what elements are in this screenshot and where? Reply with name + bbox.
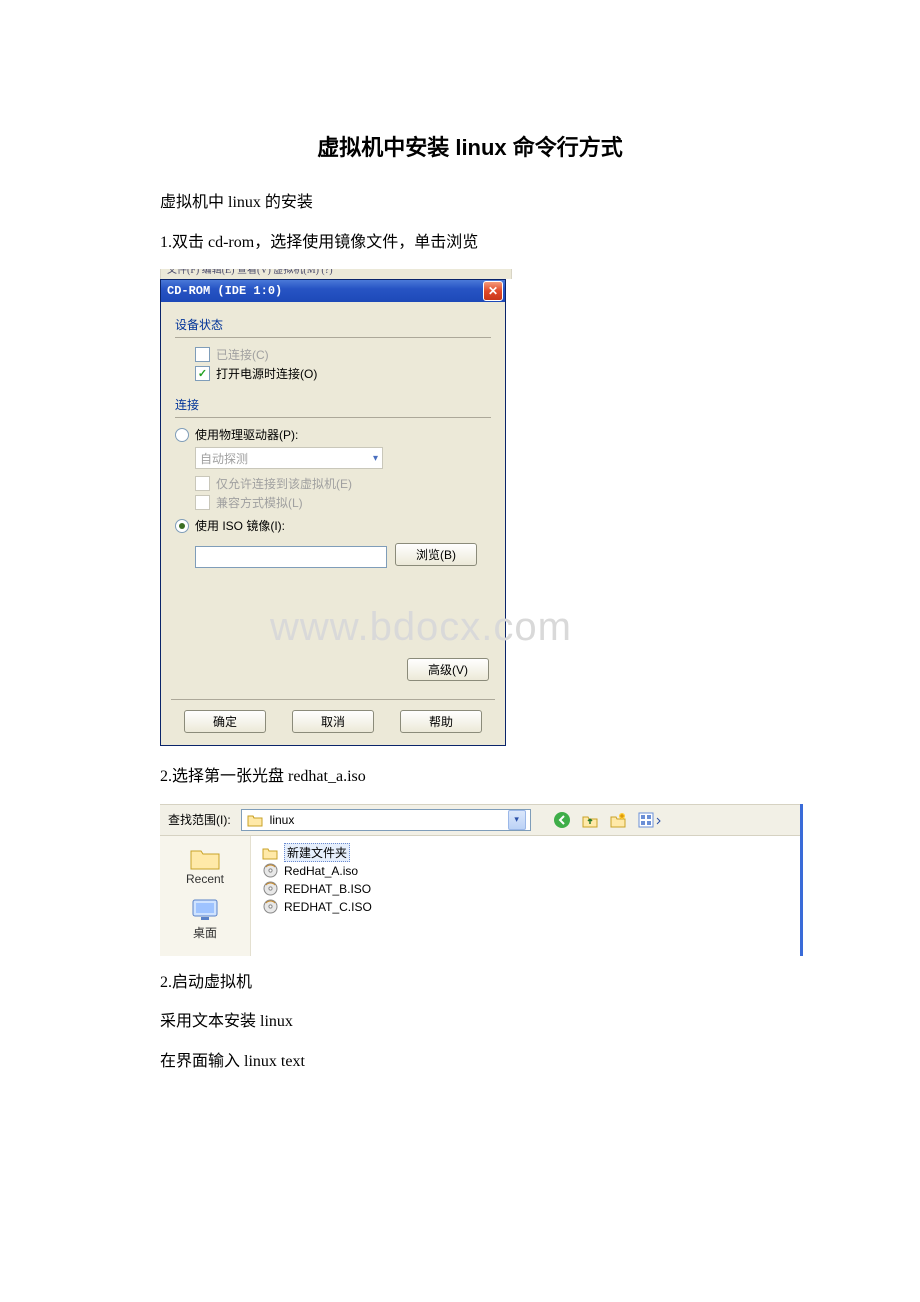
back-icon[interactable] — [553, 811, 571, 829]
lookin-label: 查找范围(I): — [168, 811, 231, 828]
close-icon: ✕ — [488, 284, 498, 298]
radio-use-iso[interactable] — [175, 519, 189, 533]
up-folder-icon[interactable] — [581, 811, 599, 829]
cancel-button[interactable]: 取消 — [292, 710, 374, 733]
checkbox-only-this-vm — [195, 476, 210, 491]
label-use-iso: 使用 ISO 镜像(I): — [195, 517, 285, 534]
list-item[interactable]: RedHat_A.iso — [261, 862, 790, 880]
label-connected: 已连接(C) — [216, 346, 269, 363]
combo-value: 自动探测 — [200, 450, 248, 467]
iso-path-input[interactable] — [195, 546, 387, 568]
chevron-down-icon: ▾ — [508, 810, 526, 830]
paragraph-4: 2.启动虚拟机 — [160, 970, 780, 996]
label-only-this-vm: 仅允许连接到该虚拟机(E) — [216, 475, 352, 492]
help-button[interactable]: 帮助 — [400, 710, 482, 733]
new-folder-icon[interactable] — [609, 811, 627, 829]
views-icon[interactable] — [637, 811, 663, 829]
places-bar: Recent 桌面 — [160, 836, 251, 956]
disc-icon — [261, 898, 279, 916]
place-label: Recent — [186, 872, 224, 886]
place-label: 桌面 — [193, 924, 217, 941]
desktop-icon — [188, 896, 222, 924]
browse-button[interactable]: 浏览(B) — [395, 543, 477, 566]
checkbox-connected[interactable] — [195, 347, 210, 362]
paragraph-5: 采用文本安装 linux — [160, 1009, 780, 1035]
ok-button[interactable]: 确定 — [184, 710, 266, 733]
list-item[interactable]: 新建文件夹 — [261, 844, 790, 862]
label-connect-at-poweron: 打开电源时连接(O) — [216, 365, 317, 382]
paragraph-3: 2.选择第一张光盘 redhat_a.iso — [160, 764, 780, 790]
dialog-title: CD-ROM (IDE 1:0) — [167, 284, 282, 298]
disc-icon — [261, 880, 279, 898]
paragraph-1: 虚拟机中 linux 的安装 — [160, 190, 780, 216]
folder-icon — [261, 844, 279, 862]
lookin-value: linux — [270, 813, 295, 827]
paragraph-6: 在界面输入 linux text — [160, 1049, 780, 1075]
radio-physical-drive[interactable] — [175, 428, 189, 442]
list-item[interactable]: REDHAT_C.ISO — [261, 898, 790, 916]
section-device-status: 设备状态 — [175, 316, 491, 333]
disc-icon — [261, 862, 279, 880]
folder-open-icon — [246, 811, 264, 829]
list-item[interactable]: REDHAT_B.ISO — [261, 880, 790, 898]
file-open-dialog: 查找范围(I): linux ▾ — [160, 804, 803, 956]
place-desktop[interactable]: 桌面 — [188, 896, 222, 941]
label-legacy-emulation: 兼容方式模拟(L) — [216, 494, 303, 511]
section-connection: 连接 — [175, 396, 491, 413]
label-physical-drive: 使用物理驱动器(P): — [195, 426, 298, 443]
divider — [175, 417, 491, 418]
vm-menubar-fragment: 文件(F) 编辑(E) 查看(V) 虚拟机(M) (?) — [160, 269, 512, 279]
combo-auto-detect[interactable]: 自动探测 ▾ — [195, 447, 383, 469]
close-button[interactable]: ✕ — [483, 281, 503, 301]
paragraph-2: 1.双击 cd-rom，选择使用镜像文件，单击浏览 — [160, 230, 780, 256]
divider — [175, 337, 491, 338]
cdrom-dialog: CD-ROM (IDE 1:0) ✕ 设备状态 已连接(C) ✓ — [160, 279, 506, 746]
file-name-selected: 新建文件夹 — [284, 843, 350, 862]
folder-icon — [188, 844, 222, 872]
place-recent[interactable]: Recent — [186, 844, 224, 886]
checkbox-connect-at-poweron[interactable]: ✓ — [195, 366, 210, 381]
file-name: RedHat_A.iso — [284, 864, 358, 878]
checkbox-legacy-emulation — [195, 495, 210, 510]
page-title: 虚拟机中安装 linux 命令行方式 — [160, 130, 780, 162]
advanced-button[interactable]: 高级(V) — [407, 658, 489, 681]
chevron-down-icon: ▾ — [373, 453, 378, 464]
lookin-combo[interactable]: linux ▾ — [241, 809, 531, 831]
file-name: REDHAT_C.ISO — [284, 900, 372, 914]
file-name: REDHAT_B.ISO — [284, 882, 371, 896]
